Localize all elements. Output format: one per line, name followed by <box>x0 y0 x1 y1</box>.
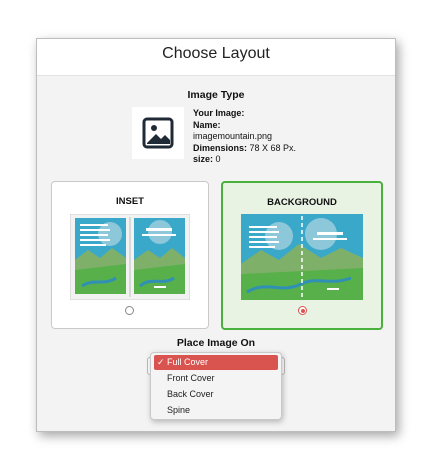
dialog-title: Choose Layout <box>162 45 270 62</box>
menu-item-label: Full Cover <box>167 357 209 367</box>
menu-item-label: Back Cover <box>167 389 214 399</box>
layout-label-background: BACKGROUND <box>267 197 337 208</box>
name-value: imagemountain.png <box>193 131 273 141</box>
place-image-dropdown[interactable]: ✓ Full Cover Front Cover Back Cover Spin… <box>150 352 282 420</box>
image-thumbnail <box>132 107 184 159</box>
menu-item-full-cover[interactable]: ✓ Full Cover <box>154 355 278 370</box>
image-info: Your Image: Name: imagemountain.png Dime… <box>193 108 296 166</box>
image-icon <box>142 117 174 149</box>
background-radio[interactable] <box>298 306 307 315</box>
menu-item-label: Spine <box>167 405 191 415</box>
size-value: 0 <box>215 154 221 164</box>
menu-item-label: Front Cover <box>167 373 215 383</box>
inset-radio[interactable] <box>125 306 134 315</box>
layout-label-inset: INSET <box>116 196 144 207</box>
background-preview <box>241 214 363 300</box>
size-label: size: <box>193 154 214 164</box>
place-image-label: Place Image On <box>176 337 256 349</box>
layout-option-background[interactable]: BACKGROUND <box>221 181 383 330</box>
layout-option-inset[interactable]: INSET <box>51 181 209 329</box>
check-icon: ✓ <box>157 357 165 367</box>
name-label: Name: <box>193 119 221 130</box>
dimensions-label: Dimensions: <box>193 142 248 153</box>
menu-item-spine[interactable]: Spine <box>154 403 278 418</box>
inset-preview <box>70 214 190 300</box>
image-type-label: Image Type <box>187 89 245 101</box>
your-image-heading: Your Image: <box>193 108 245 118</box>
dimensions-value: 78 X 68 Px. <box>249 142 297 153</box>
menu-item-back-cover[interactable]: Back Cover <box>154 387 278 402</box>
dialog-header: Choose Layout <box>37 39 395 76</box>
menu-item-front-cover[interactable]: Front Cover <box>154 371 278 386</box>
